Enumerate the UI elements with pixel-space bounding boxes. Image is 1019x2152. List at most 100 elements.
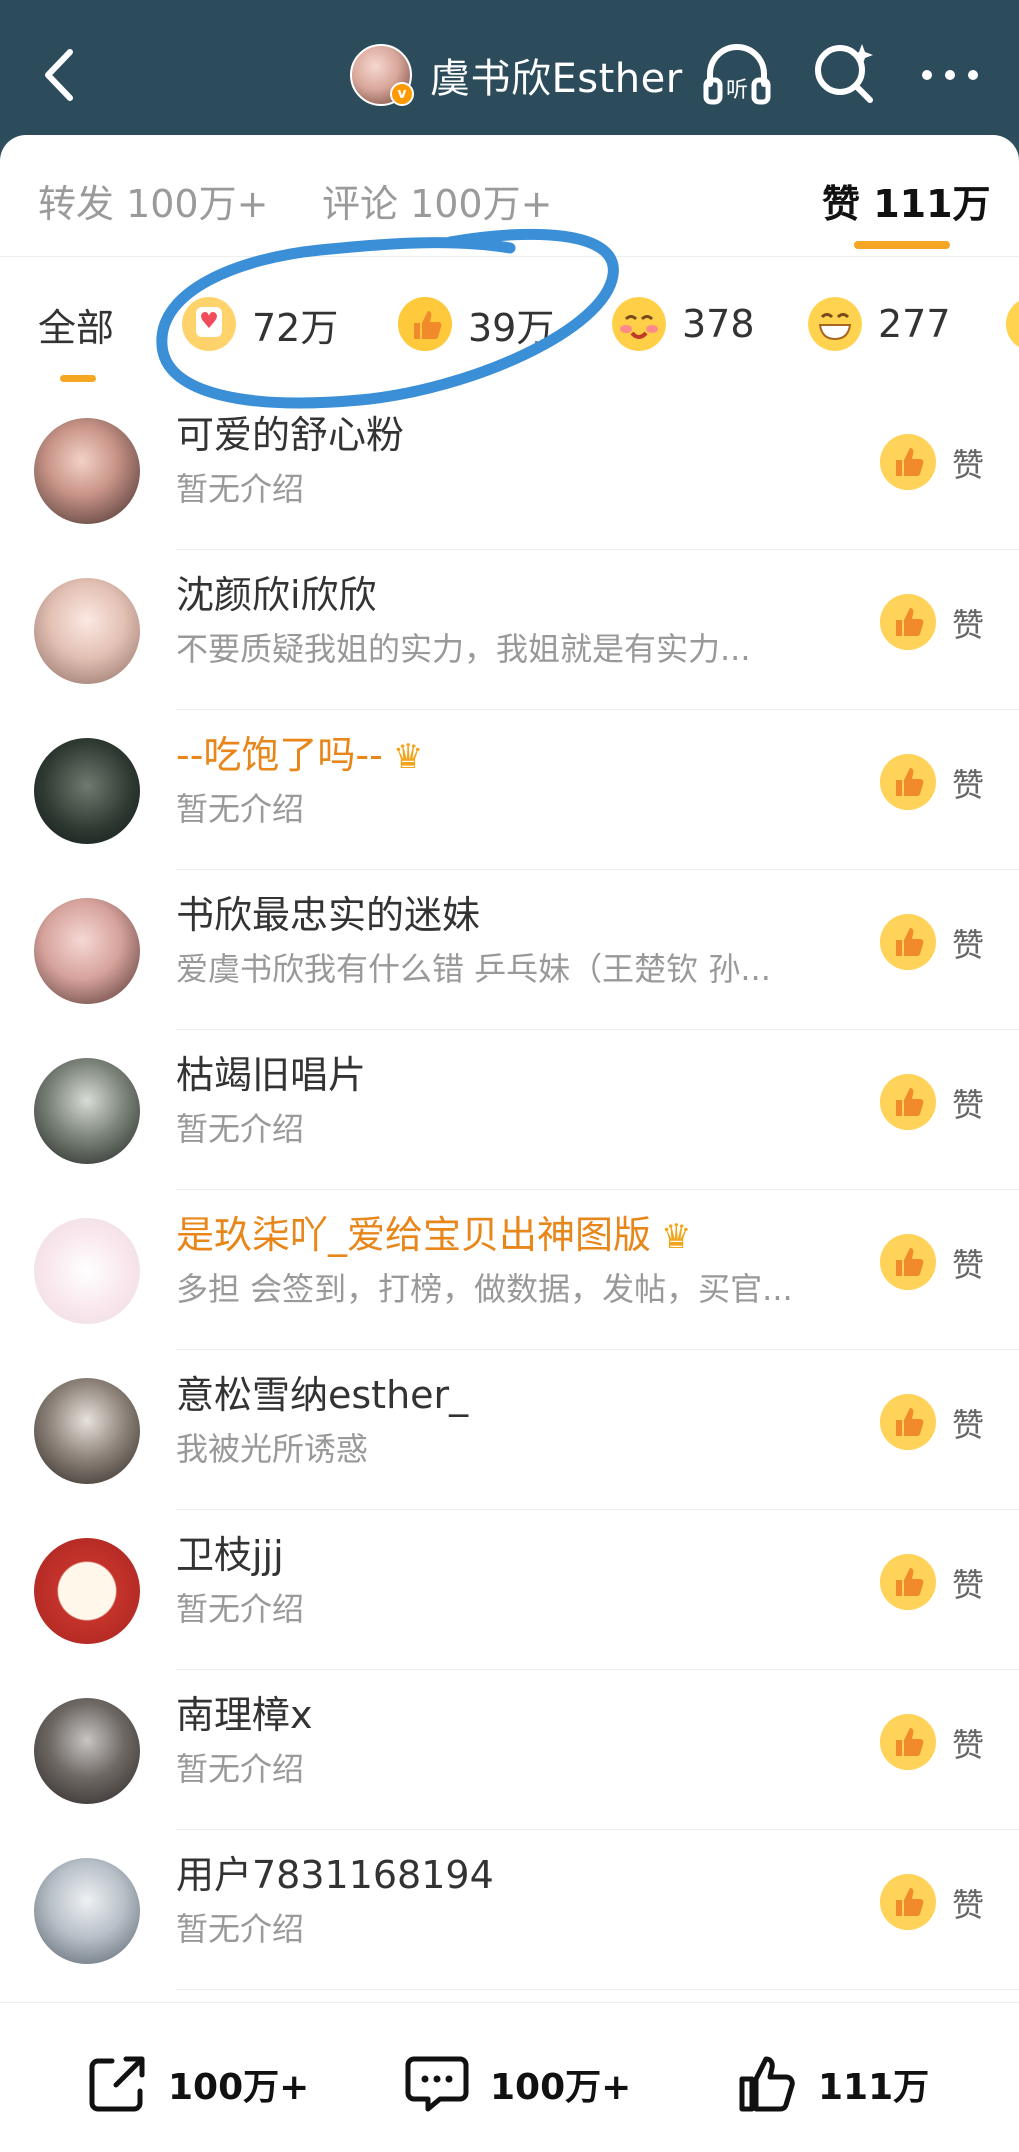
user-name[interactable]: --吃饱了吗-- ♛ (176, 724, 423, 779)
reaction-filter-grin[interactable]: 277 (808, 295, 951, 353)
thumbs-up-emoji-icon (880, 914, 936, 970)
heart-emoji-icon (182, 297, 236, 351)
user-bio: 暂无介绍 (176, 1750, 305, 1788)
user-name-text: 书欣最忠实的迷妹 (176, 893, 481, 937)
thumbs-up-emoji-icon (880, 594, 936, 650)
user-bio: 多担 会签到，打榜，做数据，发帖，买官... (176, 1270, 793, 1308)
user-name[interactable]: 卫枝jjj (176, 1524, 284, 1579)
comment-button[interactable]: 100万+ (404, 2049, 631, 2119)
list-item[interactable]: 卫枝jjj 暂无介绍 赞 (0, 1510, 1019, 1670)
like-label: 赞 (952, 766, 985, 804)
reaction-filter-blush[interactable]: 378 (612, 295, 755, 353)
like-label: 赞 (952, 1886, 985, 1924)
share-count: 100万+ (168, 2067, 310, 2108)
share-icon (89, 2056, 145, 2112)
list-item[interactable]: 书欣最忠实的迷妹 爱虞书欣我有什么错 乒乓妹（王楚钦 孙... 赞 (0, 870, 1019, 1030)
user-name-text: 沈颜欣i欣欣 (176, 573, 377, 617)
avatar[interactable] (34, 898, 140, 1004)
search-icon[interactable] (810, 38, 880, 108)
user-bio: 暂无介绍 (176, 470, 305, 508)
user-bio: 暂无介绍 (176, 1110, 305, 1148)
svg-text:听: 听 (726, 78, 748, 103)
top-bar: v 虞书欣Esther 听 (0, 0, 1019, 140)
avatar[interactable] (34, 418, 140, 524)
avatar: v (350, 44, 414, 106)
user-name[interactable]: 意松雪纳esther_ (176, 1364, 468, 1419)
headphones-listen-icon[interactable]: 听 (700, 40, 774, 110)
list-item[interactable]: 是玖柒吖_爱给宝贝出神图版 ♛ 多担 会签到，打榜，做数据，发帖，买官... 赞 (0, 1190, 1019, 1350)
user-bio: 暂无介绍 (176, 1590, 305, 1628)
reaction-filter-row: 全部 72万 39万 378 277 (0, 257, 1019, 389)
like-label: 赞 (952, 1566, 985, 1604)
user-name-text: 枯竭旧唱片 (176, 1053, 367, 1097)
avatar[interactable] (34, 578, 140, 684)
user-name-text: 卫枝jjj (176, 1533, 284, 1577)
user-name[interactable]: 南理樟x (176, 1684, 313, 1739)
thumbs-up-icon (739, 2056, 795, 2112)
reaction-filter-more[interactable] (1006, 295, 1019, 353)
reaction-count: 72万 (252, 305, 339, 350)
more-icon[interactable] (915, 55, 985, 95)
thumbs-up-emoji-icon (880, 1874, 936, 1930)
user-bio: 我被光所诱惑 (176, 1430, 369, 1468)
user-name[interactable]: 可爱的舒心粉 (176, 404, 404, 459)
like-button[interactable]: 111万 (736, 2049, 929, 2119)
reaction-all-label: 全部 (38, 305, 115, 350)
like-label: 赞 (952, 1406, 985, 1444)
like-label: 赞 (952, 1726, 985, 1764)
user-name-text: 意松雪纳esther_ (176, 1373, 469, 1417)
bottom-action-bar: 100万+ 100万+ 111万 (0, 2002, 1019, 2152)
reaction-filter-all[interactable]: 全部 (38, 295, 114, 353)
thumbs-up-emoji-icon (880, 754, 936, 810)
like-count: 111万 (818, 2067, 930, 2108)
thumbs-up-emoji-icon (880, 1234, 936, 1290)
grin-emoji-icon (808, 297, 862, 351)
avatar[interactable] (34, 738, 140, 844)
crown-icon: ♛ (392, 737, 424, 777)
thumbs-up-emoji-icon (880, 1714, 936, 1770)
user-name[interactable]: 书欣最忠实的迷妹 (176, 884, 480, 939)
crown-icon: ♛ (661, 1217, 692, 1257)
tab-repost[interactable]: 转发 100万+ (38, 173, 268, 228)
reaction-filter-heart[interactable]: 72万 (182, 295, 338, 353)
list-item[interactable]: --吃饱了吗-- ♛ 暂无介绍 赞 (0, 710, 1019, 870)
user-name[interactable]: 用户7831168194 (176, 1844, 494, 1899)
back-arrow-icon[interactable] (30, 40, 90, 110)
reaction-count: 277 (878, 302, 951, 346)
list-item[interactable]: 意松雪纳esther_ 我被光所诱惑 赞 (0, 1350, 1019, 1510)
user-name-text: 可爱的舒心粉 (176, 413, 405, 457)
list-item[interactable]: 沈颜欣i欣欣 不要质疑我姐的实力，我姐就是有实力... 赞 (0, 550, 1019, 710)
user-name-text: 南理樟x (176, 1693, 313, 1737)
avatar[interactable] (34, 1538, 140, 1644)
list-item[interactable]: 南理樟x 暂无介绍 赞 (0, 1670, 1019, 1830)
list-item[interactable]: 枯竭旧唱片暂无介绍 赞 (0, 1030, 1019, 1190)
reaction-filter-thumbs-up[interactable]: 39万 (398, 295, 554, 353)
user-name[interactable]: 沈颜欣i欣欣 (176, 564, 377, 619)
list-item[interactable]: 用户7831168194 暂无介绍 赞 (0, 1830, 1019, 1990)
user-bio: 不要质疑我姐的实力，我姐就是有实力... (176, 630, 751, 668)
thumbs-up-emoji-icon (880, 1074, 936, 1130)
like-label: 赞 (952, 446, 985, 484)
user-name[interactable]: 枯竭旧唱片 (176, 1044, 366, 1099)
profile-title[interactable]: v 虞书欣Esther (350, 40, 683, 110)
like-label: 赞 (952, 1086, 985, 1124)
avatar[interactable] (34, 1378, 140, 1484)
avatar[interactable] (34, 1858, 140, 1964)
avatar[interactable] (34, 1218, 140, 1324)
thumbs-up-emoji-icon (880, 1394, 936, 1450)
page-title: 虞书欣Esther (430, 56, 683, 102)
avatar[interactable] (34, 1058, 140, 1164)
reaction-count: 378 (682, 302, 755, 346)
share-button[interactable]: 100万+ (86, 2049, 309, 2119)
thumbs-up-emoji-icon (880, 434, 936, 490)
user-name-text: --吃饱了吗-- (176, 733, 383, 777)
likes-sheet: 转发 100万+ 评论 100万+ 赞 111万 全部 72万 39万 378 … (0, 135, 1019, 2152)
tab-comment[interactable]: 评论 100万+ (322, 173, 552, 228)
reaction-count: 39万 (468, 305, 555, 350)
list-item[interactable]: 可爱的舒心粉暂无介绍 赞 (0, 390, 1019, 550)
user-name[interactable]: 是玖柒吖_爱给宝贝出神图版 ♛ (176, 1204, 692, 1259)
tab-like[interactable]: 赞 111万 (822, 173, 991, 228)
user-name-text: 用户7831168194 (176, 1853, 494, 1897)
comment-count: 100万+ (490, 2067, 632, 2108)
avatar[interactable] (34, 1698, 140, 1804)
